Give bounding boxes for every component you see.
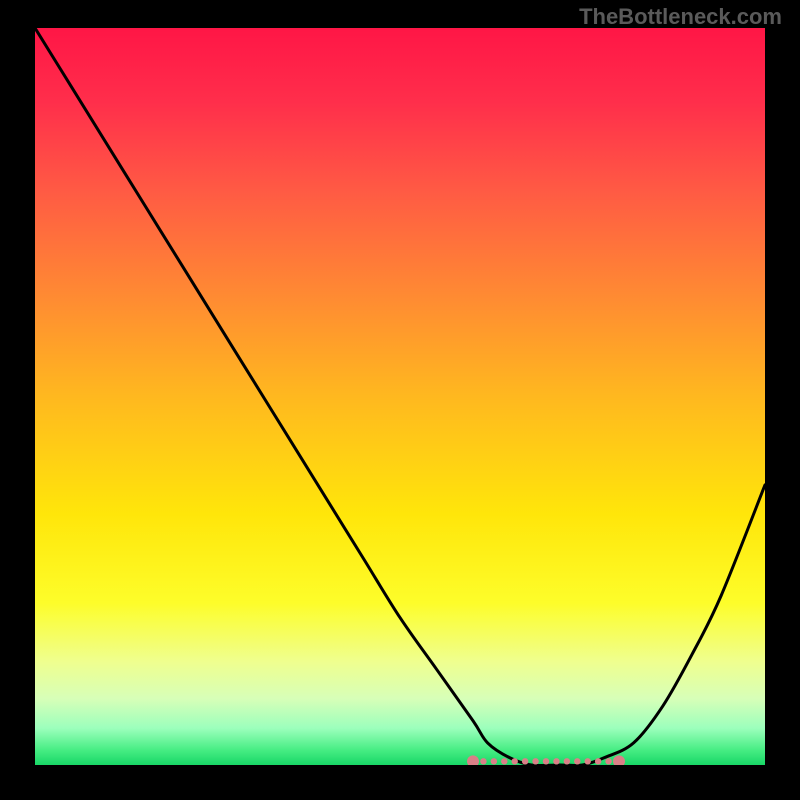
curve-layer <box>35 28 765 765</box>
bottleneck-curve <box>35 28 765 765</box>
plot-area <box>35 28 765 765</box>
watermark-text: TheBottleneck.com <box>579 4 782 30</box>
chart-container: TheBottleneck.com <box>0 0 800 800</box>
